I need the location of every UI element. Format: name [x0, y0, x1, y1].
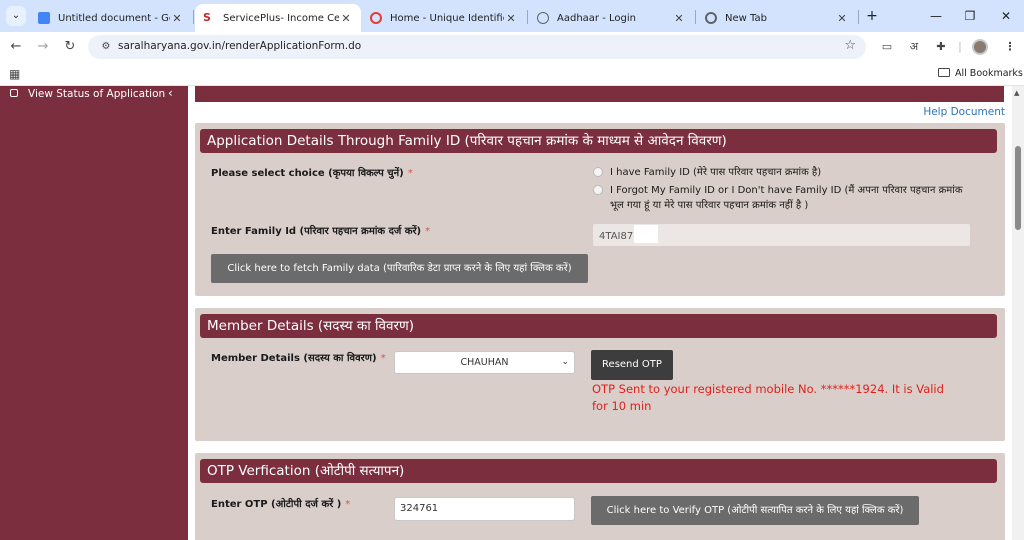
- cast-icon[interactable]: ▭: [879, 39, 895, 55]
- close-tab-icon[interactable]: ✕: [339, 12, 353, 25]
- sidebar-item-view-status[interactable]: View Status of Application: [10, 88, 165, 100]
- tab-title: Aadhaar - Login: [557, 12, 636, 24]
- apps-grid-icon[interactable]: ▦: [9, 67, 20, 81]
- forward-button[interactable]: →: [33, 37, 53, 57]
- tab-separator: [193, 10, 194, 24]
- family-id-label: Enter Family Id (परिवार पहचान क्रमांक दर…: [211, 223, 430, 237]
- tab-uidai-home[interactable]: Home - Unique Identification ✕: [362, 4, 526, 32]
- close-tab-icon[interactable]: ✕: [170, 12, 184, 25]
- verify-otp-button[interactable]: Click here to Verify OTP (ओटीपी सत्यापित…: [591, 496, 919, 525]
- otp-label-text: Enter OTP (ओटीपी दर्ज करें ): [211, 499, 342, 510]
- close-tab-icon[interactable]: ✕: [835, 12, 849, 25]
- browser-tab-strip: ⌄ Untitled document - Google ✕ S Service…: [0, 0, 1024, 32]
- header-strip: [195, 86, 1004, 102]
- menu-dots-icon[interactable]: ⋮: [1002, 39, 1018, 55]
- chrome-icon: [705, 12, 717, 24]
- tab-separator: [527, 10, 528, 24]
- otp-verification-panel: OTP Verfication (ओटीपी सत्यापन) Enter OT…: [195, 453, 1005, 540]
- close-tab-icon[interactable]: ✕: [504, 12, 518, 25]
- member-details-panel: Member Details (सदस्य का विवरण) Member D…: [195, 308, 1005, 441]
- otp-input[interactable]: 324761: [394, 497, 575, 521]
- tab-separator: [858, 10, 859, 24]
- tab-title: New Tab: [725, 12, 767, 24]
- list-icon: [10, 89, 18, 97]
- site-info-icon[interactable]: ⚙: [98, 39, 114, 55]
- tab-title: ServicePlus- Income Certific: [223, 12, 339, 24]
- radio-button[interactable]: [593, 167, 603, 177]
- bookmarks-bar: ▦ All Bookmarks: [0, 62, 1024, 86]
- new-tab-button[interactable]: +: [862, 6, 882, 26]
- member-section-title: Member Details (सदस्य का विवरण): [200, 314, 997, 338]
- chevron-down-icon: ⌄: [561, 357, 569, 367]
- help-document-link[interactable]: Help Document: [923, 106, 1005, 118]
- required-mark: *: [380, 353, 386, 364]
- chevron-left-icon[interactable]: ‹: [168, 86, 173, 100]
- family-id-value: 4TAI87: [599, 231, 634, 242]
- google-docs-icon: [38, 12, 50, 24]
- profile-avatar[interactable]: [972, 39, 988, 55]
- tab-aadhaar-login[interactable]: Aadhaar - Login ✕: [529, 4, 694, 32]
- family-id-input[interactable]: 4TAI87: [593, 224, 970, 246]
- redaction-mask: [634, 225, 659, 243]
- restore-button[interactable]: ❐: [956, 6, 984, 26]
- all-bookmarks-label: All Bookmarks: [955, 68, 1023, 79]
- member-label: Member Details (सदस्य का विवरण) *: [211, 350, 386, 364]
- otp-label: Enter OTP (ओटीपी दर्ज करें ) *: [211, 496, 350, 510]
- required-mark: *: [425, 226, 431, 237]
- radio-label: I have Family ID (मेरे पास परिवार पहचान …: [610, 167, 822, 178]
- scrollbar-thumb[interactable]: [1015, 146, 1021, 230]
- tab-title: Untitled document - Google: [58, 12, 170, 24]
- fetch-family-data-button[interactable]: Click here to fetch Family data (पारिवार…: [211, 254, 588, 283]
- member-selected-value: CHAUHAN: [460, 357, 509, 368]
- required-mark: *: [345, 499, 351, 510]
- reload-button[interactable]: ↻: [60, 37, 80, 57]
- sidebar: View Status of Application ‹: [0, 86, 188, 540]
- family-id-panel: Application Details Through Family ID (प…: [195, 123, 1005, 296]
- member-label-text: Member Details (सदस्य का विवरण): [211, 353, 377, 364]
- radio-have-family-id[interactable]: I have Family ID (मेरे पास परिवार पहचान …: [593, 165, 821, 180]
- url-text[interactable]: saralharyana.gov.in/renderApplicationFor…: [118, 40, 361, 52]
- bookmark-star-icon[interactable]: ☆: [844, 38, 856, 53]
- choice-label-text: Please select choice (कृपया विकल्प चुनें…: [211, 168, 404, 179]
- serviceplus-logo-icon: S: [203, 12, 215, 24]
- all-bookmarks-button[interactable]: All Bookmarks: [938, 68, 1023, 79]
- page-scrollbar[interactable]: ▲: [1012, 86, 1024, 540]
- tab-new-tab[interactable]: New Tab ✕: [697, 4, 857, 32]
- member-select[interactable]: CHAUHAN ⌄: [394, 351, 575, 374]
- otp-sent-message: OTP Sent to your registered mobile No. *…: [592, 382, 944, 413]
- globe-icon: [537, 12, 549, 24]
- radio-button[interactable]: [593, 185, 603, 195]
- close-tab-icon[interactable]: ✕: [672, 12, 686, 25]
- required-mark: *: [407, 168, 413, 179]
- toolbar-divider: |: [958, 40, 962, 53]
- resend-otp-button[interactable]: Resend OTP: [591, 350, 673, 380]
- address-bar[interactable]: ⚙ saralharyana.gov.in/renderApplicationF…: [88, 35, 866, 59]
- minimize-button[interactable]: —: [922, 6, 950, 26]
- browser-toolbar: ← → ↻ ⚙ saralharyana.gov.in/renderApplic…: [0, 32, 1024, 62]
- folder-icon: [938, 68, 950, 77]
- tab-google-docs[interactable]: Untitled document - Google ✕: [30, 4, 192, 32]
- family-id-label-text: Enter Family Id (परिवार पहचान क्रमांक दर…: [211, 226, 422, 237]
- radio-forgot-family-id[interactable]: I Forgot My Family ID or I Don't have Fa…: [593, 183, 973, 213]
- tab-serviceplus[interactable]: S ServicePlus- Income Certific ✕: [195, 4, 361, 32]
- radio-label: I Forgot My Family ID or I Don't have Fa…: [610, 185, 963, 211]
- choice-label: Please select choice (कृपया विकल्प चुनें…: [211, 165, 413, 179]
- scroll-up-arrow-icon[interactable]: ▲: [1014, 89, 1019, 97]
- tab-separator: [695, 10, 696, 24]
- back-button[interactable]: ←: [6, 37, 26, 57]
- uidai-logo-icon: [370, 12, 382, 24]
- tab-search-button[interactable]: ⌄: [6, 6, 26, 26]
- otp-section-title: OTP Verfication (ओटीपी सत्यापन): [200, 459, 997, 483]
- extensions-icon[interactable]: ✚: [933, 39, 949, 55]
- translate-icon[interactable]: अ: [906, 39, 922, 55]
- sidebar-item-label: View Status of Application: [28, 88, 166, 100]
- main-content: Help Document Application Details Throug…: [188, 86, 1012, 540]
- tab-title: Home - Unique Identification: [390, 12, 504, 24]
- close-window-button[interactable]: ✕: [992, 6, 1020, 26]
- family-section-title: Application Details Through Family ID (प…: [200, 129, 997, 153]
